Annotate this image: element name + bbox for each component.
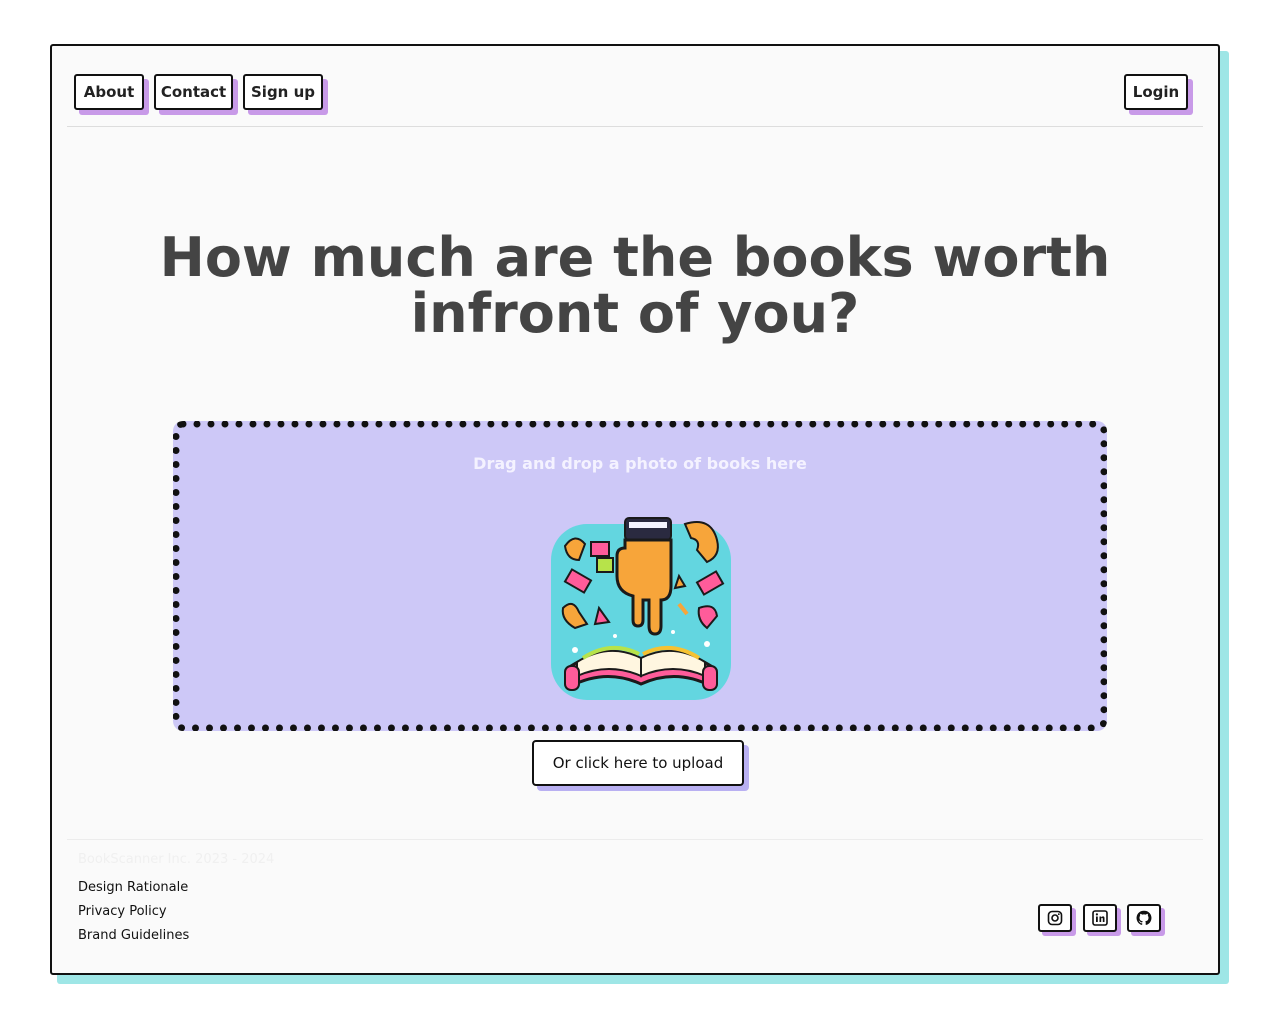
copyright-text: BookScanner Inc. 2023 - 2024 — [78, 852, 275, 867]
dropzone-label: Drag and drop a photo of books here — [473, 454, 807, 473]
login-button[interactable]: Login — [1124, 74, 1188, 110]
photo-dropzone[interactable]: Drag and drop a photo of books here — [173, 421, 1107, 731]
privacy-policy-link[interactable]: Privacy Policy — [78, 900, 189, 924]
contact-button[interactable]: Contact — [154, 74, 233, 110]
footer-divider — [67, 839, 1203, 840]
signup-button[interactable]: Sign up — [243, 74, 323, 110]
brand-guidelines-link[interactable]: Brand Guidelines — [78, 924, 189, 948]
design-rationale-link[interactable]: Design Rationale — [78, 876, 189, 900]
upload-button[interactable]: Or click here to upload — [532, 740, 744, 786]
page-frame: About Contact Sign up Login How much are… — [50, 44, 1220, 975]
top-nav: About Contact Sign up Login — [74, 74, 1196, 112]
about-button[interactable]: About — [74, 74, 144, 110]
book-scan-illustration-icon — [551, 517, 731, 700]
github-icon[interactable] — [1127, 904, 1161, 932]
footer-links: Design Rationale Privacy Policy Brand Gu… — [78, 876, 189, 948]
linkedin-icon[interactable] — [1083, 904, 1117, 932]
nav-divider — [67, 126, 1203, 127]
page-title: How much are the books worth infront of … — [159, 226, 1111, 346]
instagram-icon[interactable] — [1038, 904, 1072, 932]
